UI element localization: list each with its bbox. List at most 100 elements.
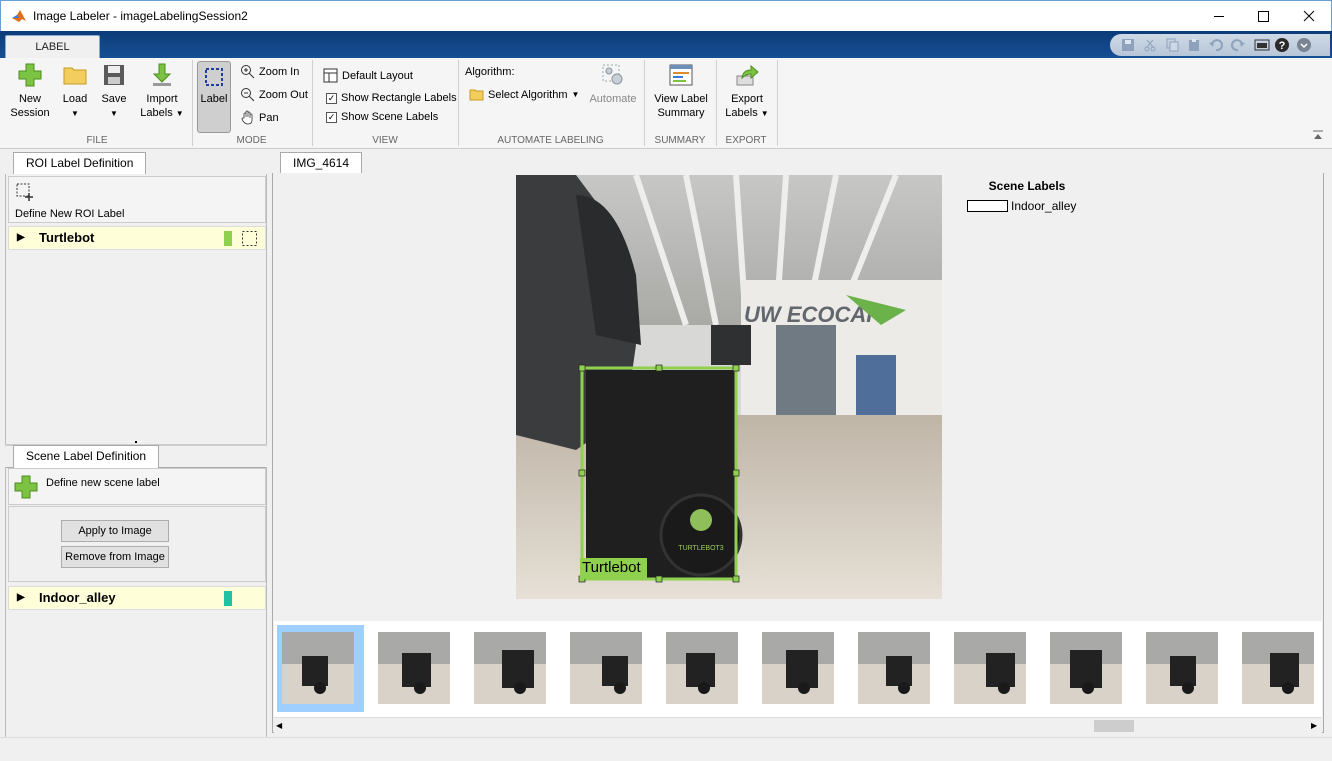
zoom-in-button[interactable]: Zoom In <box>240 64 299 79</box>
scene-label-name: Indoor_alley <box>39 590 116 605</box>
tab-label[interactable]: LABEL <box>5 35 100 59</box>
maximize-button[interactable] <box>1241 1 1287 32</box>
new-session-button[interactable]: New Session <box>6 62 54 120</box>
show-rectangle-labels-checkbox[interactable]: ✓ Show Rectangle Labels <box>326 92 457 104</box>
file-section-label: FILE <box>86 135 108 146</box>
expand-arrow-icon[interactable]: ▶ <box>17 587 25 609</box>
title-bar: Image Labeler - imageLabelingSession2 <box>0 0 1332 31</box>
thumbnail-image <box>282 632 354 704</box>
robot-logo-text: TURTLEBOT3 <box>678 545 723 552</box>
labeled-image[interactable]: TURTLEBOT3 UW ECOCAR Turtlebot <box>516 175 942 599</box>
splitter-handle[interactable] <box>135 441 137 443</box>
export-labels-label-2: Labels <box>725 107 758 119</box>
roi-label-panel: Define New ROI Label ▶ Turtlebot <box>5 174 267 444</box>
scene-label-entry: Indoor_alley <box>967 199 1087 213</box>
define-new-scene-label-button[interactable]: Define new scene label <box>8 468 266 505</box>
separator <box>644 60 645 146</box>
image-thumbnail[interactable] <box>1242 632 1314 704</box>
thumbnail-image <box>1242 632 1314 704</box>
view-label-summary-button[interactable]: View Label Summary <box>650 62 712 120</box>
default-layout-label: Default Layout <box>342 69 413 82</box>
export-section-label: EXPORT <box>725 135 767 146</box>
scene-actions-box: Apply to Image Remove from Image <box>8 506 266 582</box>
image-thumbnail[interactable] <box>954 632 1026 704</box>
tab-roi-label-definition[interactable]: ROI Label Definition <box>13 152 147 175</box>
lab-photo: TURTLEBOT3 UW ECOCAR <box>516 175 942 599</box>
import-caret-icon: ▼ <box>175 109 184 118</box>
close-button[interactable] <box>1286 1 1332 32</box>
label-mode-button[interactable]: Label <box>197 61 231 133</box>
thumbnail-image <box>858 632 930 704</box>
roi-label-turtlebot[interactable]: ▶ Turtlebot <box>8 226 266 250</box>
load-label: Load <box>62 93 88 105</box>
export-arrow-icon <box>736 64 759 86</box>
help-icon[interactable]: ? <box>1274 37 1290 53</box>
mode-section-label: MODE <box>236 135 267 146</box>
view-label-summary-label-1: View Label <box>654 93 708 105</box>
filmstrip-scrollbar[interactable]: ◀ ▶ <box>274 717 1322 733</box>
remove-from-image-button[interactable]: Remove from Image <box>61 546 169 568</box>
separator <box>192 60 193 146</box>
undo-icon[interactable] <box>1208 37 1224 53</box>
default-layout-button[interactable]: Default Layout <box>323 68 413 83</box>
separator <box>312 60 313 146</box>
export-caret-icon: ▼ <box>760 109 769 118</box>
import-labels-button[interactable]: Import Labels ▼ <box>136 62 188 121</box>
expand-arrow-icon[interactable]: ▶ <box>17 227 25 249</box>
tab-image[interactable]: IMG_4614 <box>280 152 363 174</box>
export-labels-label-1: Export <box>731 93 763 105</box>
define-new-scene-label-text: Define new scene label <box>46 477 160 489</box>
new-session-label-2: Session <box>10 107 50 119</box>
image-thumbnail[interactable] <box>474 632 546 704</box>
paste-icon[interactable] <box>1186 37 1202 53</box>
show-scene-labels-checkbox[interactable]: ✓ Show Scene Labels <box>326 111 438 123</box>
zoom-out-label: Zoom Out <box>259 88 308 101</box>
roi-tab-bar: ROI Label Definition <box>5 152 267 175</box>
select-algorithm-dropdown[interactable]: Select Algorithm ▼ <box>469 88 579 101</box>
scene-label-swatch <box>967 200 1008 212</box>
scroll-right-icon[interactable]: ▶ <box>1311 721 1317 730</box>
minimize-button[interactable] <box>1196 1 1242 32</box>
scene-label-panel: Define new scene label Apply to Image Re… <box>5 467 267 737</box>
image-thumbnail[interactable] <box>378 632 450 704</box>
export-labels-button[interactable]: Export Labels ▼ <box>721 62 773 121</box>
image-thumbnail[interactable] <box>282 632 354 704</box>
switch-windows-icon[interactable] <box>1254 37 1270 53</box>
thumbnail-image <box>666 632 738 704</box>
automate-button[interactable]: Automate <box>588 62 638 106</box>
image-thumbnail[interactable] <box>666 632 738 704</box>
save-label: Save <box>101 93 127 105</box>
scene-label-indoor-alley[interactable]: ▶ Indoor_alley <box>8 586 266 610</box>
load-button[interactable]: Load ▼ <box>58 62 92 121</box>
scroll-left-icon[interactable]: ◀ <box>276 721 282 730</box>
options-dropdown-icon[interactable] <box>1296 37 1312 53</box>
tab-scene-label-definition[interactable]: Scene Label Definition <box>13 445 160 468</box>
apply-to-image-button[interactable]: Apply to Image <box>61 520 169 542</box>
define-new-roi-label-button[interactable]: Define New ROI Label <box>8 176 266 223</box>
image-thumbnail[interactable] <box>570 632 642 704</box>
cut-icon[interactable] <box>1142 37 1158 53</box>
image-thumbnail[interactable] <box>1146 632 1218 704</box>
image-filmstrip <box>274 621 1322 717</box>
summary-section-label: SUMMARY <box>654 135 706 146</box>
zoom-out-button[interactable]: Zoom Out <box>240 87 308 102</box>
save-icon[interactable] <box>1120 37 1136 53</box>
save-button[interactable]: Save ▼ <box>97 62 131 121</box>
bounding-box-label: Turtlebot <box>582 559 641 576</box>
show-rectangle-labels-label: Show Rectangle Labels <box>341 92 457 104</box>
import-labels-label-1: Import <box>146 93 178 105</box>
image-thumbnail[interactable] <box>762 632 834 704</box>
image-thumbnail[interactable] <box>1050 632 1122 704</box>
thumbnail-image <box>762 632 834 704</box>
maximize-icon <box>1258 11 1269 22</box>
zoom-in-icon <box>241 65 255 79</box>
pan-button[interactable]: Pan <box>240 110 279 125</box>
toolstrip: New Session Load ▼ Save ▼ Import Labels … <box>0 58 1332 149</box>
copy-icon[interactable] <box>1164 37 1180 53</box>
collapse-toolstrip-icon[interactable] <box>1312 130 1324 140</box>
redo-icon[interactable] <box>1230 37 1246 53</box>
scrollbar-thumb[interactable] <box>1094 720 1134 732</box>
label-color-swatch <box>224 591 232 606</box>
thumbnail-image <box>474 632 546 704</box>
image-thumbnail[interactable] <box>858 632 930 704</box>
